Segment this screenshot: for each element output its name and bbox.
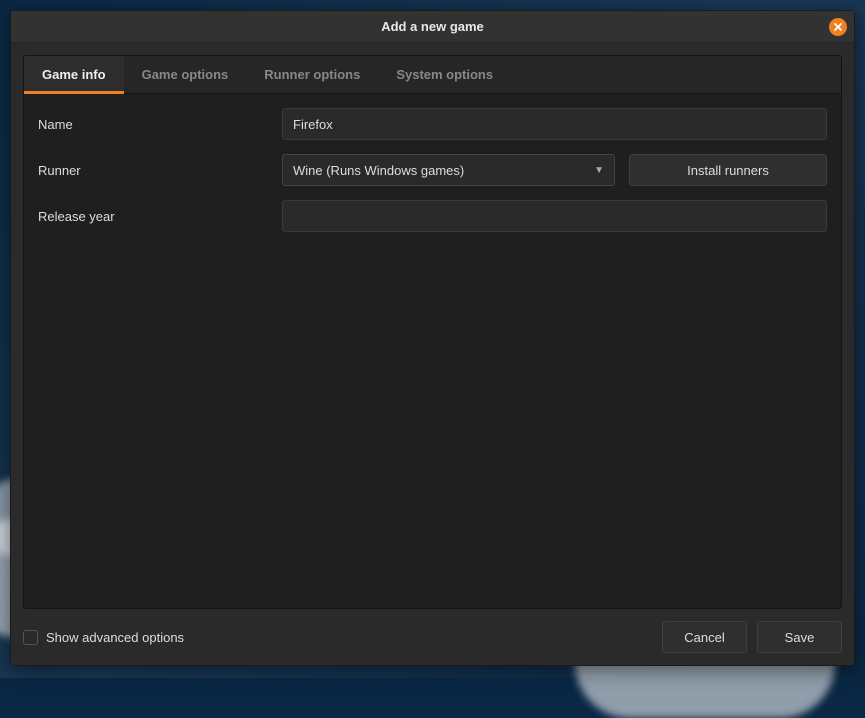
content-panel: Game info Game options Runner options Sy… bbox=[23, 55, 842, 609]
save-button[interactable]: Save bbox=[757, 621, 842, 653]
tab-game-options[interactable]: Game options bbox=[124, 56, 247, 93]
dialog-title: Add a new game bbox=[381, 19, 484, 34]
dialog-body: Game info Game options Runner options Sy… bbox=[11, 43, 854, 665]
add-game-dialog: Add a new game Game info Game options Ru… bbox=[10, 10, 855, 666]
runner-row: Runner Wine (Runs Windows games) ▼ Insta… bbox=[38, 154, 827, 186]
install-runners-button[interactable]: Install runners bbox=[629, 154, 827, 186]
cancel-button[interactable]: Cancel bbox=[662, 621, 747, 653]
name-label: Name bbox=[38, 117, 282, 132]
release-year-label: Release year bbox=[38, 209, 282, 224]
runner-select[interactable]: Wine (Runs Windows games) ▼ bbox=[282, 154, 615, 186]
show-advanced-label: Show advanced options bbox=[46, 630, 184, 645]
close-icon bbox=[833, 22, 843, 32]
runner-label: Runner bbox=[38, 163, 282, 178]
name-input[interactable] bbox=[282, 108, 827, 140]
titlebar: Add a new game bbox=[11, 11, 854, 43]
footer: Show advanced options Cancel Save bbox=[23, 609, 842, 653]
name-row: Name bbox=[38, 108, 827, 140]
tab-system-options[interactable]: System options bbox=[378, 56, 511, 93]
close-button[interactable] bbox=[829, 18, 847, 36]
tabs: Game info Game options Runner options Sy… bbox=[24, 56, 841, 94]
footer-buttons: Cancel Save bbox=[662, 621, 842, 653]
tab-runner-options[interactable]: Runner options bbox=[246, 56, 378, 93]
show-advanced-checkbox[interactable] bbox=[23, 630, 38, 645]
release-year-row: Release year bbox=[38, 200, 827, 232]
form-area: Name Runner Wine (Runs Windows games) ▼ … bbox=[24, 94, 841, 608]
show-advanced-checkbox-wrap[interactable]: Show advanced options bbox=[23, 630, 184, 645]
runner-select-value: Wine (Runs Windows games) bbox=[293, 163, 594, 178]
release-year-input[interactable] bbox=[282, 200, 827, 232]
chevron-down-icon: ▼ bbox=[594, 165, 604, 176]
tab-game-info[interactable]: Game info bbox=[24, 56, 124, 93]
